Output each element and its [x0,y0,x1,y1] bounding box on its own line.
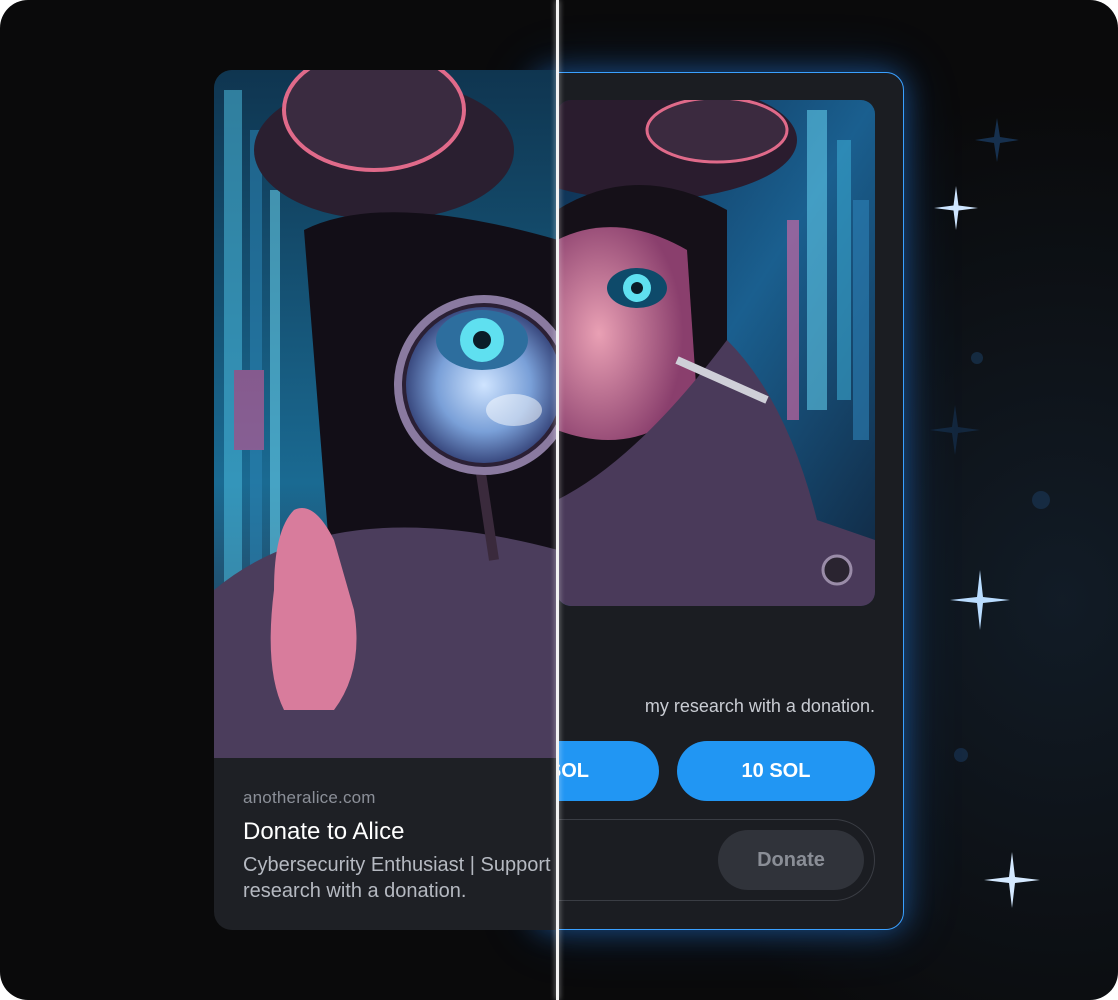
sparkle-icon [1026,485,1056,515]
card-description: my research with a donation. [644,696,875,716]
donation-card-old: anotheralice.com Donate to Alice Cyberse… [214,70,558,930]
card-title: Donate to Alice [243,818,405,845]
donate-button[interactable]: Donate [718,830,864,890]
sparkle-icon [934,186,978,230]
sparkle-icon [984,852,1040,908]
comparison-stage: my research with a donation. SOL 10 SOL … [0,0,1118,1000]
card-description: Cybersecurity Enthusiast | Support my re… [243,854,558,902]
card-image [557,100,875,606]
card-meta: anotheralice.com Donate to Alice Cyberse… [243,788,558,904]
card-domain[interactable]: anotheralice.com [243,788,558,808]
sparkle-icon [975,118,1019,162]
sparkle-icon [930,405,980,455]
sparkle-icon [964,345,990,371]
card-image [214,70,558,758]
custom-amount-field[interactable]: Donate [535,819,875,901]
sparkle-icon [950,570,1010,630]
amount-option-10-sol[interactable]: 10 SOL [677,741,875,801]
sparkle-icon [946,740,976,770]
comparison-divider[interactable] [556,0,559,1000]
donation-card-new: my research with a donation. SOL 10 SOL … [534,72,904,930]
